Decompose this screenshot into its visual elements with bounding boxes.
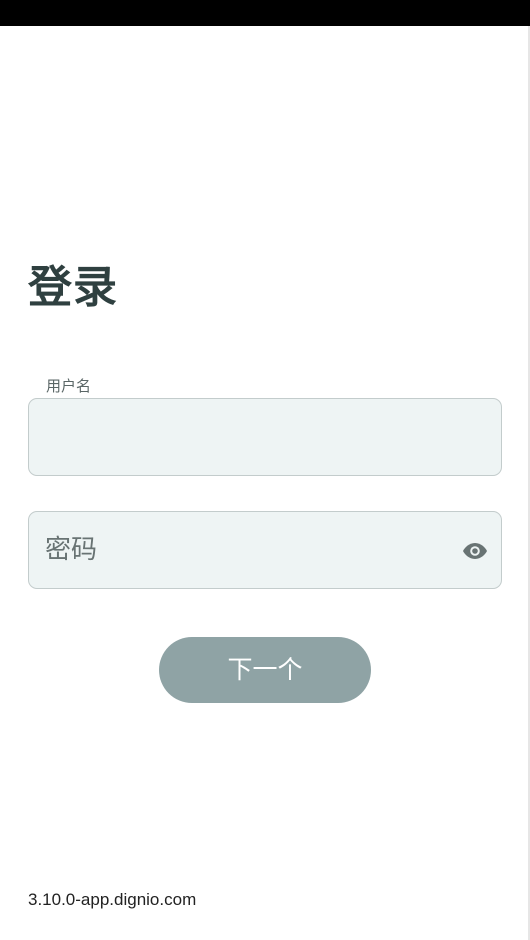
password-input[interactable] xyxy=(45,512,445,588)
password-field[interactable] xyxy=(28,511,502,589)
version-text: 3.10.0-app.dignio.com xyxy=(28,890,197,909)
status-bar xyxy=(0,0,530,26)
page-title: 登录 xyxy=(28,262,118,313)
username-input[interactable] xyxy=(45,399,445,475)
eye-icon[interactable] xyxy=(461,538,489,564)
next-button[interactable]: 下一个 xyxy=(159,637,371,703)
username-label: 用户名 xyxy=(46,377,92,395)
username-field[interactable] xyxy=(28,398,502,476)
login-screen: 登录 用户名 下一个 3.10.0-app.dignio.com xyxy=(0,0,530,940)
